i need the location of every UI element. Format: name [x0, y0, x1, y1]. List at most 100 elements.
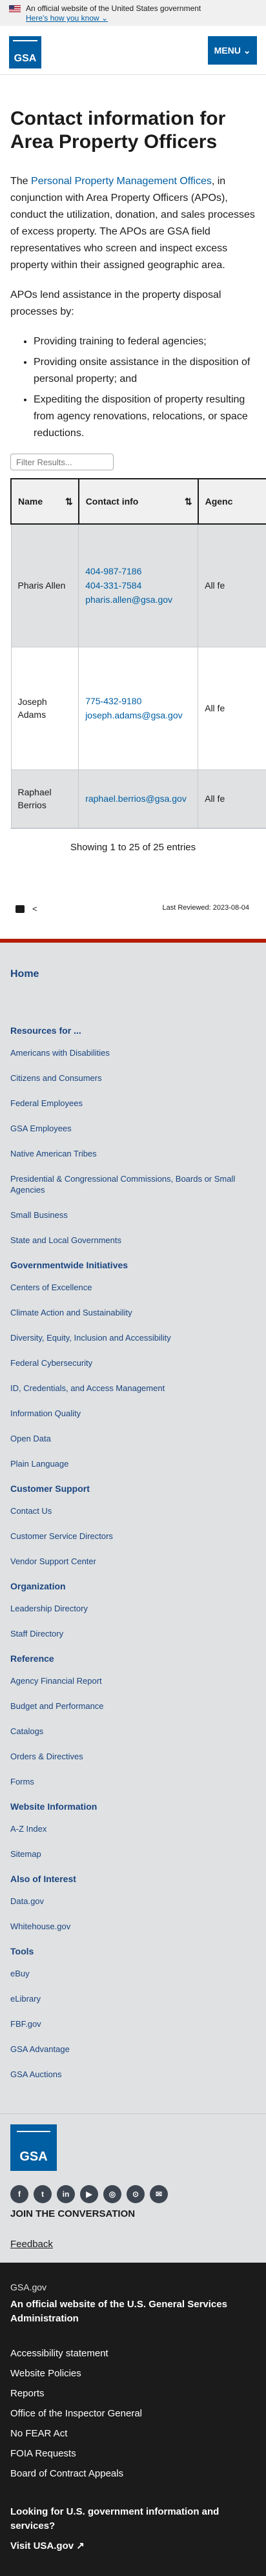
- footer-section: Also of Interest Data.gov Whitehouse.gov: [10, 1874, 256, 1932]
- footer-link[interactable]: Customer Service Directors: [10, 1531, 256, 1542]
- lead-paragraph: APOs lend assistance in the property dis…: [10, 289, 221, 317]
- footer-link[interactable]: Centers of Excellence: [10, 1282, 256, 1293]
- join-conversation: JOIN THE CONVERSATION: [10, 2208, 136, 2219]
- list-item: Providing training to federal agencies;: [34, 333, 256, 350]
- share-icon[interactable]: <: [32, 905, 37, 913]
- how-you-know-link[interactable]: Here's how you know ⌄: [26, 13, 257, 23]
- footer-link[interactable]: Plain Language: [10, 1458, 256, 1469]
- footer-link[interactable]: Catalogs: [10, 1726, 256, 1737]
- col-contact-header[interactable]: Contact info ⇅: [77, 478, 199, 525]
- footer-link[interactable]: Orders & Directives: [10, 1751, 256, 1762]
- identifier-link[interactable]: No FEAR Act: [10, 2428, 256, 2439]
- instagram-icon[interactable]: ◎: [103, 2184, 121, 2203]
- page-title: Contact information for Area Property Of…: [10, 108, 226, 152]
- table-row: Joseph Adams 775-432-9180 joseph.adams@g…: [10, 646, 266, 770]
- footer-link[interactable]: Climate Action and Sustainability: [10, 1307, 256, 1318]
- footer-section-title: Website Information: [10, 1801, 97, 1812]
- footer-link[interactable]: GSA Employees: [10, 1123, 256, 1134]
- footer-bottom: GSA f t in ▶ ◎ ⊙ ✉ JOIN THE CONVERSATION…: [0, 2113, 266, 2263]
- footer-home-link[interactable]: Home: [10, 969, 256, 980]
- footer-link[interactable]: Diversity, Equity, Inclusion and Accessi…: [10, 1332, 256, 1343]
- visit-usa-gov-link[interactable]: Visit USA.gov ↗: [10, 2540, 256, 2551]
- linkedin-icon[interactable]: in: [57, 2184, 75, 2203]
- footer-link[interactable]: Staff Directory: [10, 1628, 256, 1639]
- table-row: Raphael Berrios raphael.berrios@gsa.gov …: [10, 769, 266, 828]
- list-item: Expediting the disposition of property r…: [34, 392, 256, 442]
- footer-link[interactable]: Small Business: [10, 1209, 256, 1220]
- cell-contact: 775-432-9180 joseph.adams@gsa.gov: [78, 646, 199, 770]
- footer-link[interactable]: Citizens and Consumers: [10, 1073, 256, 1084]
- feedback-link[interactable]: Feedback: [10, 2239, 256, 2250]
- identifier-link[interactable]: Website Policies: [10, 2368, 256, 2379]
- footer-section: Organization Leadership Directory Staff Di…: [10, 1581, 256, 1639]
- email-link[interactable]: raphael.berrios@gsa.gov: [85, 792, 191, 805]
- facebook-icon[interactable]: f: [10, 2184, 28, 2203]
- footer-link[interactable]: Contact Us: [10, 1505, 256, 1516]
- footer-link[interactable]: State and Local Governments: [10, 1235, 256, 1246]
- identifier-link[interactable]: Office of the Inspector General: [10, 2408, 256, 2419]
- footer-link[interactable]: eBuy: [10, 1968, 256, 1979]
- identifier-link[interactable]: Board of Contract Appeals: [10, 2468, 256, 2479]
- gsa-logo[interactable]: GSA: [9, 36, 41, 68]
- print-icon[interactable]: [15, 905, 25, 913]
- footer-section: Governmentwide Initiatives Centers of Exc…: [10, 1260, 256, 1469]
- footer-link[interactable]: ID, Credentials, and Access Management: [10, 1383, 256, 1394]
- intro: The Personal Property Management Offices…: [10, 173, 256, 320]
- intro-before: The: [10, 176, 32, 187]
- footer-link[interactable]: Native American Tribes: [10, 1148, 256, 1159]
- footer-link[interactable]: Leadership Directory: [10, 1603, 256, 1614]
- footer-link[interactable]: Presidential & Congressional Commissions…: [10, 1173, 256, 1195]
- col-name-header[interactable]: Name ⇅: [10, 478, 79, 525]
- identifier-link[interactable]: Accessibility statement: [10, 2348, 256, 2359]
- assistance-list: Providing training to federal agencies; …: [10, 333, 256, 442]
- phone-link[interactable]: 404-987-7186: [85, 565, 191, 578]
- footer-link[interactable]: GSA Auctions: [10, 2069, 256, 2080]
- cell-agency: All fe: [198, 523, 266, 647]
- rss-icon[interactable]: ⊙: [127, 2184, 145, 2203]
- footer-link[interactable]: GSA Advantage: [10, 2044, 256, 2055]
- phone-link[interactable]: 775-432-9180: [85, 695, 191, 707]
- footer-link[interactable]: Data.gov: [10, 1896, 256, 1907]
- footer-section-title: Customer Support: [10, 1483, 90, 1494]
- email-link[interactable]: joseph.adams@gsa.gov: [85, 709, 191, 722]
- footer-link[interactable]: Forms: [10, 1776, 256, 1787]
- phone-link[interactable]: 404-331-7584: [85, 579, 191, 592]
- table-row: Pharis Allen 404-987-7186 404-331-7584 p…: [10, 523, 266, 647]
- twitter-icon[interactable]: t: [34, 2184, 52, 2203]
- footer-link[interactable]: eLibrary: [10, 1993, 256, 2004]
- identifier-link[interactable]: Reports: [10, 2388, 256, 2399]
- footer-link[interactable]: Federal Employees: [10, 1098, 256, 1109]
- gsa-footer-logo[interactable]: GSA: [10, 2124, 57, 2171]
- footer-link[interactable]: Sitemap: [10, 1848, 256, 1859]
- footer-link[interactable]: Agency Financial Report: [10, 1675, 256, 1686]
- footer-link[interactable]: FBF.gov: [10, 2018, 256, 2029]
- share-row: < Last Reviewed: 2023-08-04: [0, 894, 266, 939]
- filter-input[interactable]: [10, 454, 114, 470]
- list-item: Providing onsite assistance in the dispo…: [34, 354, 256, 388]
- identifier-link[interactable]: FOIA Requests: [10, 2448, 256, 2459]
- cell-name: Joseph Adams: [10, 646, 79, 770]
- footer-link[interactable]: Open Data: [10, 1433, 256, 1444]
- cell-contact: 404-987-7186 404-331-7584 pharis.allen@g…: [78, 523, 199, 647]
- footer-link[interactable]: Federal Cybersecurity: [10, 1357, 256, 1368]
- col-name-label: Name: [18, 496, 43, 507]
- email-icon[interactable]: ✉: [150, 2184, 168, 2203]
- col-agency-header[interactable]: Agenc: [197, 478, 266, 525]
- footer-section-title: Tools: [10, 1945, 34, 1956]
- sort-icon: ⇅: [65, 496, 73, 507]
- footer-link[interactable]: Information Quality: [10, 1408, 256, 1419]
- footer-link[interactable]: Whitehouse.gov: [10, 1921, 256, 1932]
- ppmo-link[interactable]: Personal Property Management Offices: [31, 176, 212, 187]
- footer-link[interactable]: Budget and Performance: [10, 1701, 256, 1712]
- table-info: Showing 1 to 25 of 25 entries: [70, 841, 196, 853]
- apo-table: Name ⇅ Contact info ⇅ Agenc Pharis Allen 4…: [10, 478, 266, 829]
- intro-after: , in conjunction with Area Property Offi…: [10, 176, 255, 271]
- footer-link[interactable]: Americans with Disabilities: [10, 1047, 256, 1058]
- youtube-icon[interactable]: ▶: [80, 2184, 98, 2203]
- footer-link[interactable]: A-Z Index: [10, 1823, 256, 1834]
- email-link[interactable]: pharis.allen@gsa.gov: [85, 593, 191, 606]
- footer-nav: Home Resources for ... Americans with Dis…: [0, 942, 266, 2113]
- menu-button[interactable]: MENU ⌄: [208, 36, 257, 65]
- agency-identifier: GSA.gov An official website of the U.S. …: [0, 2262, 266, 2576]
- footer-link[interactable]: Vendor Support Center: [10, 1556, 256, 1567]
